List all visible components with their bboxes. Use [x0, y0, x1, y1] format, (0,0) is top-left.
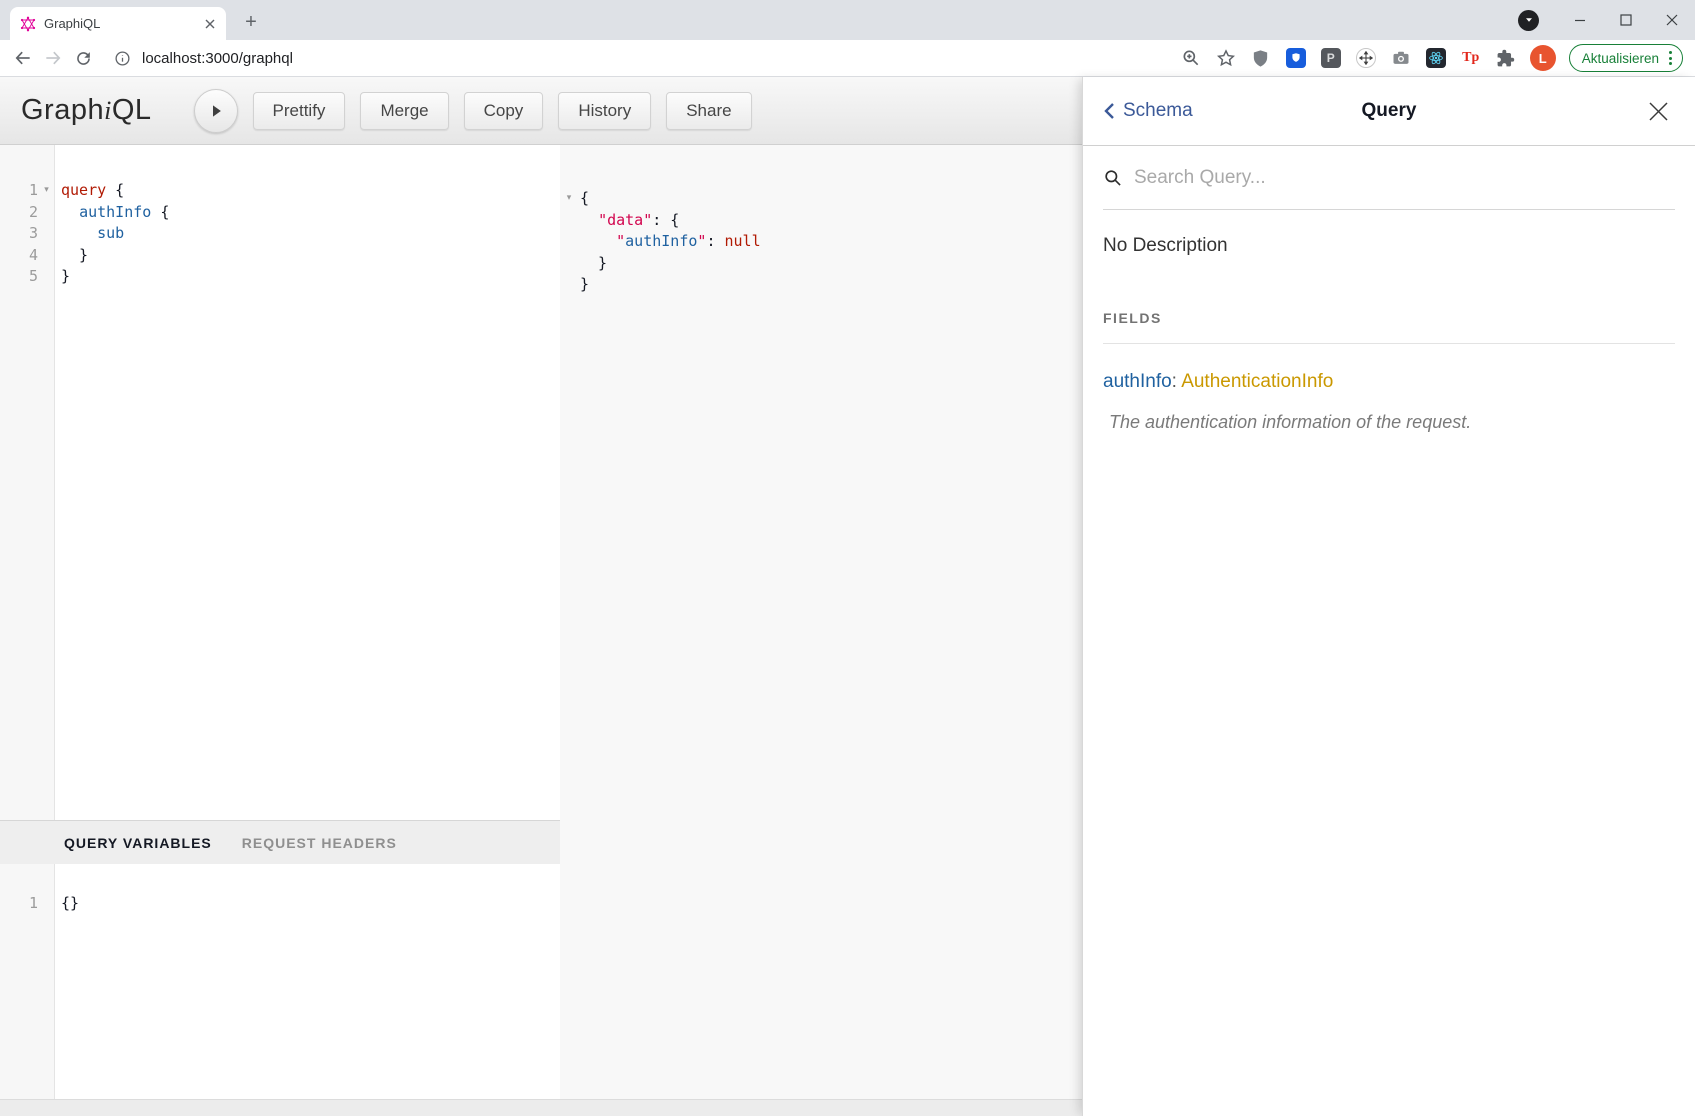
horizontal-scrollbar[interactable] [0, 1099, 1082, 1116]
docs-search-input[interactable] [1134, 167, 1675, 189]
tab-search-button[interactable] [1518, 10, 1539, 31]
graphiql-logo: GraphiQL [21, 94, 152, 127]
chevron-left-icon [1103, 102, 1116, 120]
browser-tab[interactable]: GraphiQL [10, 7, 226, 40]
zoom-icon[interactable] [1180, 47, 1202, 69]
code-line: 1 ▾ {} [0, 893, 560, 915]
site-info-icon[interactable] [114, 50, 131, 67]
variables-editor[interactable]: 1 ▾ {} [0, 864, 560, 1099]
schema-back-label: Schema [1123, 100, 1193, 122]
fold-icon[interactable]: ▾ [560, 188, 578, 210]
field-name-link[interactable]: authInfo [1103, 371, 1172, 392]
react-devtools-extension-icon[interactable] [1425, 47, 1447, 69]
fields-divider [1103, 343, 1675, 344]
line-number: 5 [0, 266, 38, 288]
variables-tabbar: QUERY VARIABLES REQUEST HEADERS [0, 820, 560, 864]
toolbar-button[interactable]: Prettify [253, 92, 346, 130]
toolbar-button[interactable]: Copy [464, 92, 544, 130]
query-editor[interactable]: 1 ▾ query { 2 ▾ authInfo { 3 ▾ sub 4 ▾ } [0, 145, 560, 820]
result-line: ▾ } [560, 274, 1082, 296]
toolbar-button[interactable]: Share [666, 92, 751, 130]
address-bar: localhost:3000/graphql P [0, 40, 1695, 77]
no-description-text: No Description [1103, 235, 1675, 257]
result-line: ▾ "data": { [560, 210, 1082, 232]
result-viewer: ▾ { ▾ "data": { ▾ "authInfo": null ▾ } ▾… [560, 145, 1082, 1099]
result-line: ▾ { [560, 188, 1082, 210]
omnibox[interactable]: localhost:3000/graphql [114, 50, 293, 67]
tp-extension-icon[interactable]: Tp [1460, 47, 1482, 69]
bookmark-star-icon[interactable] [1215, 47, 1237, 69]
profile-avatar[interactable]: L [1530, 45, 1556, 71]
code-line: 3 ▾ sub [0, 223, 560, 245]
field-description: The authentication information of the re… [1109, 412, 1675, 433]
field-colon: : [1172, 371, 1177, 392]
line-number: 1 [0, 893, 38, 915]
url-text[interactable]: localhost:3000/graphql [142, 50, 293, 67]
tab-close-icon[interactable] [202, 16, 218, 32]
p-extension-icon[interactable]: P [1320, 47, 1342, 69]
extensions-puzzle-icon[interactable] [1495, 47, 1517, 69]
camera-extension-icon[interactable] [1390, 47, 1412, 69]
update-button-label: Aktualisieren [1582, 51, 1659, 66]
code-line: 5 ▾ } [0, 266, 560, 288]
result-line: ▾ } [560, 253, 1082, 275]
search-icon [1103, 168, 1123, 188]
close-window-button[interactable] [1649, 0, 1695, 40]
field-type-link[interactable]: AuthenticationInfo [1181, 371, 1333, 392]
play-icon [207, 102, 225, 120]
line-number: 1 [0, 180, 38, 202]
new-tab-button[interactable]: + [238, 9, 264, 35]
fields-heading: FIELDS [1103, 310, 1675, 326]
reload-icon[interactable] [68, 43, 98, 73]
graphql-favicon-icon [20, 16, 36, 32]
line-number: 4 [0, 245, 38, 267]
close-icon [1648, 101, 1669, 122]
graphiql-toolbar: GraphiQL Prettify Merge Copy History Sha… [0, 77, 1082, 145]
move-extension-icon[interactable] [1355, 47, 1377, 69]
execute-button[interactable] [194, 89, 238, 133]
docs-close-button[interactable] [1648, 101, 1669, 122]
code-line: 4 ▾ } [0, 245, 560, 267]
fold-icon[interactable]: ▾ [38, 180, 55, 202]
line-number: 2 [0, 202, 38, 224]
variables-tab[interactable]: REQUEST HEADERS [242, 835, 397, 851]
result-line: ▾ "authInfo": null [560, 231, 1082, 253]
variables-tab[interactable]: QUERY VARIABLES [64, 835, 212, 851]
browser-titlebar: GraphiQL + [0, 0, 1695, 40]
maximize-button[interactable] [1603, 0, 1649, 40]
docs-panel: Query Schema No Description FIELDS authI… [1082, 77, 1695, 1116]
tab-title: GraphiQL [44, 16, 194, 31]
minimize-button[interactable] [1557, 0, 1603, 40]
bitwarden-extension-icon[interactable] [1285, 47, 1307, 69]
chevron-down-icon [1523, 14, 1535, 26]
docs-header: Query Schema [1083, 77, 1695, 146]
line-number: 3 [0, 223, 38, 245]
toolbar-button[interactable]: Merge [360, 92, 448, 130]
forward-icon[interactable] [38, 43, 68, 73]
browser-menu-kebab-icon[interactable] [1667, 49, 1674, 67]
code-line: 1 ▾ query { [0, 180, 560, 202]
toolbar-button[interactable]: History [558, 92, 651, 130]
update-button[interactable]: Aktualisieren [1569, 44, 1683, 72]
back-icon[interactable] [8, 43, 38, 73]
ublock-extension-icon[interactable] [1250, 47, 1272, 69]
docs-search-row [1103, 146, 1675, 210]
field-row: authInfo: AuthenticationInfo [1103, 371, 1675, 393]
schema-back-button[interactable]: Schema [1103, 100, 1193, 122]
code-line: 2 ▾ authInfo { [0, 202, 560, 224]
